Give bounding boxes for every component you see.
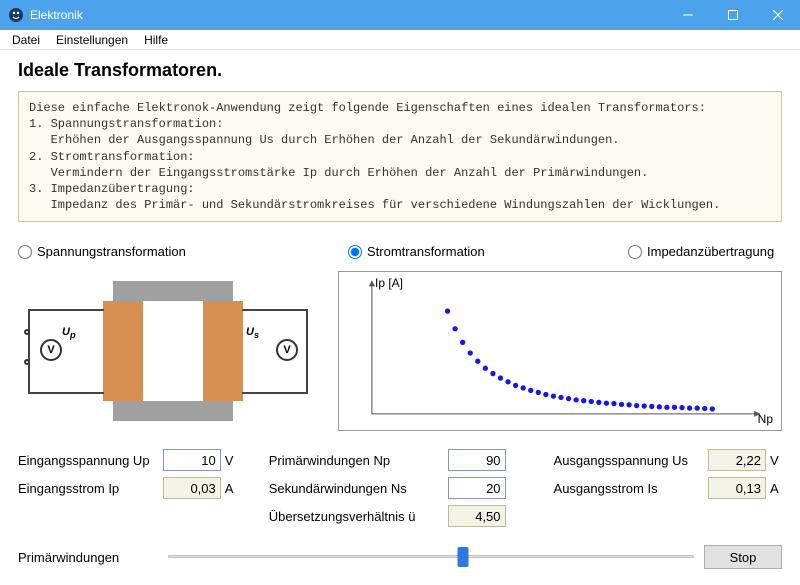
field-c1-unit-0: V xyxy=(225,453,237,468)
radio-impedanz[interactable]: Impedanzübertragung xyxy=(628,244,774,259)
minimize-button[interactable] xyxy=(665,0,710,30)
field-c3-row-0: Ausgangsspannung Us V xyxy=(554,449,782,471)
slider-primaerwindungen[interactable] xyxy=(168,546,694,568)
chart-canvas xyxy=(339,272,781,436)
field-c2-label-1: Sekundärwindungen Ns xyxy=(269,481,444,496)
field-c1-unit-1: A xyxy=(225,481,237,496)
label-up: Up xyxy=(62,326,76,340)
window-title: Elektronik xyxy=(30,8,665,22)
chart-ip-vs-np: Ip [A] Np xyxy=(338,271,782,431)
field-c1-input-0[interactable] xyxy=(163,449,221,471)
field-c3-input-0 xyxy=(708,449,766,471)
page-title: Ideale Transformatoren. xyxy=(18,60,782,81)
menu-datei[interactable]: Datei xyxy=(4,31,48,49)
info-box: Diese einfache Elektronok-Anwendung zeig… xyxy=(18,91,782,222)
menubar: Datei Einstellungen Hilfe xyxy=(0,30,800,50)
slider-thumb[interactable] xyxy=(457,547,468,567)
app-icon xyxy=(8,7,24,23)
mode-radio-group: Spannungstransformation Stromtransformat… xyxy=(18,244,782,259)
field-c1-label-0: Eingangsspannung Up xyxy=(18,453,159,468)
titlebar: Elektronik xyxy=(0,0,800,30)
field-c3-unit-1: A xyxy=(770,481,782,496)
close-button[interactable] xyxy=(755,0,800,30)
radio-spannung[interactable]: Spannungstransformation xyxy=(18,244,348,259)
field-c1-row-1: Eingangsstrom Ip A xyxy=(18,477,237,499)
radio-strom[interactable]: Stromtransformation xyxy=(348,244,628,259)
field-c1-label-1: Eingangsstrom Ip xyxy=(18,481,159,496)
field-c2-input-1[interactable] xyxy=(448,477,506,499)
radio-strom-label: Stromtransformation xyxy=(367,244,485,259)
field-c1-input-1 xyxy=(163,477,221,499)
field-c2-row-0: Primärwindungen Np xyxy=(269,449,522,471)
slider-track xyxy=(168,555,694,558)
radio-impedanz-input[interactable] xyxy=(628,245,642,259)
field-c2-row-1: Sekundärwindungen Ns xyxy=(269,477,522,499)
field-c1-row-0: Eingangsspannung Up V xyxy=(18,449,237,471)
radio-spannung-input[interactable] xyxy=(18,245,32,259)
field-c3-input-1 xyxy=(708,477,766,499)
label-us: Us xyxy=(246,326,259,340)
menu-hilfe[interactable]: Hilfe xyxy=(136,31,176,49)
field-c2-input-2 xyxy=(448,505,506,527)
field-c3-label-0: Ausgangsspannung Us xyxy=(554,453,704,468)
field-c3-unit-0: V xyxy=(770,453,782,468)
field-c3-label-1: Ausgangsstrom Is xyxy=(554,481,704,496)
radio-spannung-label: Spannungstransformation xyxy=(37,244,186,259)
radio-strom-input[interactable] xyxy=(348,245,362,259)
field-c2-input-0[interactable] xyxy=(448,449,506,471)
field-c2-row-2: Übersetzungsverhältnis ü xyxy=(269,505,522,527)
voltmeter-secondary-icon: V xyxy=(276,339,298,361)
maximize-button[interactable] xyxy=(710,0,755,30)
field-c2-label-2: Übersetzungsverhältnis ü xyxy=(269,509,444,524)
radio-impedanz-label: Impedanzübertragung xyxy=(647,244,774,259)
transformer-diagram: V Up V Us xyxy=(18,271,318,431)
voltmeter-primary-icon: V xyxy=(40,339,62,361)
stop-button[interactable]: Stop xyxy=(704,545,782,569)
fields-area: Eingangsspannung Up V Eingangsstrom Ip A Pr… xyxy=(18,449,782,527)
field-c3-row-1: Ausgangsstrom Is A xyxy=(554,477,782,499)
menu-einstellungen[interactable]: Einstellungen xyxy=(48,31,136,49)
field-c2-label-0: Primärwindungen Np xyxy=(269,453,444,468)
slider-label: Primärwindungen xyxy=(18,550,158,565)
